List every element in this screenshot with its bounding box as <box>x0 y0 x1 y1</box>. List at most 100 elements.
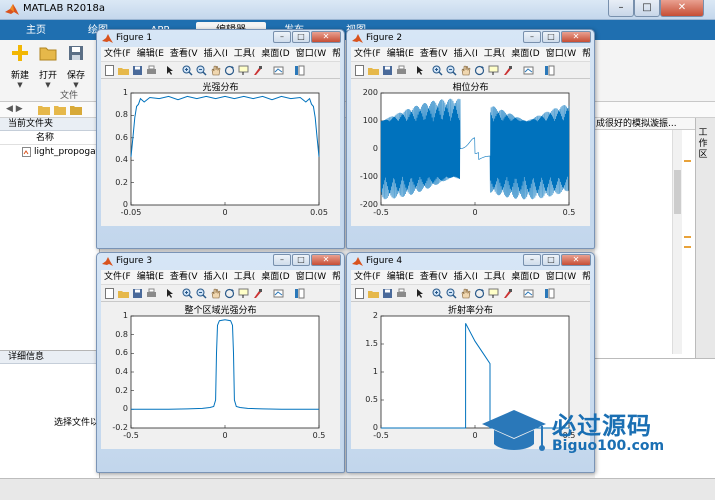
nav-arrows-icon[interactable]: ◀ ▶ <box>6 104 23 114</box>
figure-close-button[interactable]: ✕ <box>561 254 591 266</box>
warning-marker[interactable] <box>684 246 691 248</box>
rotate-icon[interactable] <box>474 65 485 76</box>
figure-maximize-button[interactable]: □ <box>292 31 310 43</box>
open-button[interactable]: 打开 ▼ <box>34 44 62 89</box>
print-icon[interactable] <box>146 65 157 76</box>
figure-menu-item[interactable]: 查看(V <box>417 270 451 284</box>
rotate-icon[interactable] <box>474 288 485 299</box>
warning-marker[interactable] <box>684 236 691 238</box>
figure-menu-item[interactable]: 查看(V <box>167 270 201 284</box>
figure-close-button[interactable]: ✕ <box>311 31 341 43</box>
pan-icon[interactable] <box>460 65 471 76</box>
save-icon[interactable] <box>382 65 393 76</box>
figure-menu-item[interactable]: 文件(F <box>101 270 134 284</box>
pan-icon[interactable] <box>460 288 471 299</box>
open-icon[interactable] <box>118 65 129 76</box>
rotate-icon[interactable] <box>224 65 235 76</box>
save-button[interactable]: 保存 ▼ <box>62 44 90 89</box>
figure-menu-item[interactable]: 编辑(E <box>384 270 417 284</box>
figure-menu-item[interactable]: 编辑(E <box>384 47 417 61</box>
open-icon[interactable] <box>118 288 129 299</box>
figure-menu-item[interactable]: 桌面(D <box>508 270 542 284</box>
figure-menu-item[interactable]: 帮助(H <box>579 270 590 284</box>
figure-1-window[interactable]: Figure 1 –□✕ 文件(F编辑(E查看(V插入(I工具(桌面(D窗口(W帮助… <box>96 29 345 249</box>
figure-menu-item[interactable]: 窗口(W <box>543 47 579 61</box>
colorbar-icon[interactable] <box>544 65 555 76</box>
name-column-header[interactable]: 名称 <box>0 131 99 145</box>
figure-minimize-button[interactable]: – <box>273 31 291 43</box>
pan-icon[interactable] <box>210 288 221 299</box>
figure-menu-item[interactable]: 工具( <box>231 47 259 61</box>
zoom-in-icon[interactable] <box>182 288 193 299</box>
figure-close-button[interactable]: ✕ <box>311 254 341 266</box>
link-icon[interactable] <box>523 65 534 76</box>
figure-menu-item[interactable]: 窗口(W <box>543 270 579 284</box>
figure-menu-item[interactable]: 工具( <box>481 270 509 284</box>
open-icon[interactable] <box>368 65 379 76</box>
figure-menu-item[interactable]: 插入(I <box>451 270 481 284</box>
figure-menu-item[interactable]: 文件(F <box>351 47 384 61</box>
open-icon[interactable] <box>368 288 379 299</box>
zoom-in-icon[interactable] <box>432 288 443 299</box>
scrollbar-thumb[interactable] <box>674 170 681 214</box>
figure-minimize-button[interactable]: – <box>523 254 541 266</box>
zoom-in-icon[interactable] <box>182 65 193 76</box>
figure-menu-item[interactable]: 桌面(D <box>508 47 542 61</box>
print-icon[interactable] <box>396 288 407 299</box>
figure-maximize-button[interactable]: □ <box>542 31 560 43</box>
browse-folder-icon[interactable] <box>54 104 66 115</box>
figure-close-button[interactable]: ✕ <box>561 31 591 43</box>
editor-scrollbar[interactable] <box>672 130 682 354</box>
save-icon[interactable] <box>132 65 143 76</box>
brush-icon[interactable] <box>502 288 513 299</box>
figure-menu-item[interactable]: 插入(I <box>201 270 231 284</box>
figure-menu-item[interactable]: 插入(I <box>201 47 231 61</box>
figure-menu-item[interactable]: 帮助(H <box>579 47 590 61</box>
tab-home[interactable]: 主页 <box>10 22 62 40</box>
figure-3-window[interactable]: Figure 3 –□✕ 文件(F编辑(E查看(V插入(I工具(桌面(D窗口(W帮助… <box>96 252 345 473</box>
folder-icon[interactable] <box>70 104 82 115</box>
print-icon[interactable] <box>396 65 407 76</box>
file-list-item[interactable]: light_propogati <box>0 145 102 159</box>
figure-menu-item[interactable]: 窗口(W <box>293 270 329 284</box>
zoom-out-icon[interactable] <box>196 288 207 299</box>
data-cursor-icon[interactable] <box>488 288 499 299</box>
pointer-icon[interactable] <box>414 65 425 76</box>
new-figure-icon[interactable] <box>104 288 115 299</box>
figure-menu-item[interactable]: 工具( <box>481 47 509 61</box>
figure-menu-item[interactable]: 编辑(E <box>134 47 167 61</box>
data-cursor-icon[interactable] <box>488 65 499 76</box>
figure-menu-item[interactable]: 帮助(H <box>329 47 340 61</box>
figure-minimize-button[interactable]: – <box>273 254 291 266</box>
warning-marker[interactable] <box>684 160 691 162</box>
new-button[interactable]: 新建 ▼ <box>6 44 34 89</box>
colorbar-icon[interactable] <box>294 288 305 299</box>
new-figure-icon[interactable] <box>104 65 115 76</box>
rotate-icon[interactable] <box>224 288 235 299</box>
pointer-icon[interactable] <box>164 65 175 76</box>
minimize-button[interactable]: – <box>608 0 634 17</box>
figure-menu-item[interactable]: 帮助(H <box>329 270 340 284</box>
print-icon[interactable] <box>146 288 157 299</box>
plot-axes-box[interactable] <box>130 315 320 429</box>
figure-menu-item[interactable]: 文件(F <box>351 270 384 284</box>
figure-menu-item[interactable]: 窗口(W <box>293 47 329 61</box>
data-cursor-icon[interactable] <box>238 288 249 299</box>
data-cursor-icon[interactable] <box>238 65 249 76</box>
zoom-out-icon[interactable] <box>446 288 457 299</box>
brush-icon[interactable] <box>502 65 513 76</box>
folder-up-icon[interactable] <box>38 104 50 115</box>
figure-menu-item[interactable]: 查看(V <box>417 47 451 61</box>
zoom-out-icon[interactable] <box>196 65 207 76</box>
link-icon[interactable] <box>273 65 284 76</box>
brush-icon[interactable] <box>252 288 263 299</box>
figure-menu-item[interactable]: 文件(F <box>101 47 134 61</box>
save-icon[interactable] <box>382 288 393 299</box>
figure-menu-item[interactable]: 桌面(D <box>258 270 292 284</box>
figure-menu-item[interactable]: 工具( <box>231 270 259 284</box>
figure-maximize-button[interactable]: □ <box>542 254 560 266</box>
zoom-out-icon[interactable] <box>446 65 457 76</box>
pointer-icon[interactable] <box>164 288 175 299</box>
pointer-icon[interactable] <box>414 288 425 299</box>
maximize-button[interactable]: □ <box>634 0 660 17</box>
